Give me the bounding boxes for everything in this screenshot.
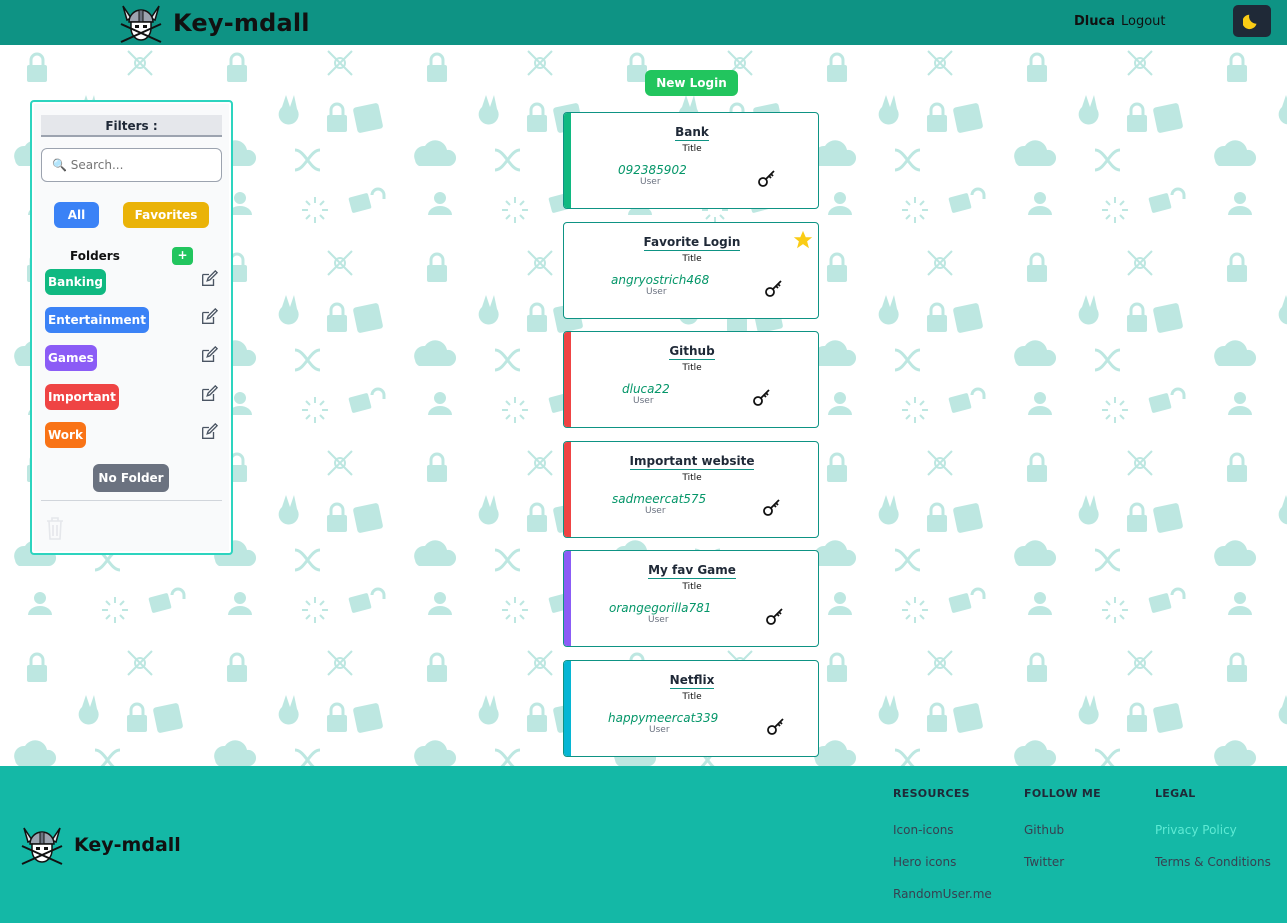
filter-all-button[interactable]: All	[54, 202, 99, 228]
filter-favorites-button[interactable]: Favorites	[123, 202, 209, 228]
resources-heading: RESOURCES	[893, 787, 970, 800]
footer: Key-mdall RESOURCES Icon-icons Hero icon…	[0, 766, 1287, 923]
user-caption: User	[648, 615, 669, 625]
viking-logo-icon	[21, 827, 63, 865]
add-folder-button[interactable]: +	[172, 247, 193, 265]
title-caption: Title	[682, 144, 702, 154]
footer-link-github[interactable]: Github	[1024, 823, 1064, 837]
user-caption: User	[646, 287, 667, 297]
edit-icon[interactable]	[200, 423, 218, 441]
footer-link-terms[interactable]: Terms & Conditions	[1155, 855, 1271, 869]
brand-name: Key-mdall	[173, 8, 310, 37]
theme-toggle-button[interactable]	[1233, 5, 1271, 37]
footer-link-icon-icons[interactable]: Icon-icons	[893, 823, 954, 837]
footer-link-hero-icons[interactable]: Hero icons	[893, 855, 956, 869]
login-title: Favorite Login	[643, 235, 741, 251]
folder-tag-work[interactable]: Work	[45, 422, 86, 448]
key-icon[interactable]	[765, 606, 785, 626]
footer-link-privacy-policy[interactable]: Privacy Policy	[1155, 823, 1237, 837]
key-icon[interactable]	[764, 278, 784, 298]
folders-heading: Folders	[70, 249, 120, 263]
user-caption: User	[645, 506, 666, 516]
login-username: angryostrich468	[611, 273, 710, 287]
brand[interactable]: Key-mdall	[117, 0, 310, 45]
login-username: orangegorilla781	[609, 601, 712, 615]
trash-icon[interactable]	[45, 515, 65, 541]
footer-brand-name: Key-mdall	[74, 833, 181, 856]
footer-link-randomuser[interactable]: RandomUser.me	[893, 887, 992, 901]
title-caption: Title	[682, 363, 702, 373]
login-card-important-website[interactable]: Important website Title sadmeercat575 Us…	[563, 441, 819, 538]
user-caption: User	[649, 725, 670, 735]
title-caption: Title	[682, 473, 702, 483]
login-title: Netflix	[669, 673, 715, 689]
login-username: 092385902	[618, 163, 687, 177]
login-title: Github	[669, 344, 715, 360]
user-caption: User	[633, 396, 654, 406]
no-folder-button[interactable]: No Folder	[93, 464, 169, 492]
new-login-button[interactable]: New Login	[645, 70, 738, 96]
follow-heading: FOLLOW ME	[1024, 787, 1101, 800]
top-navbar: Key-mdall Dluca Logout	[0, 0, 1287, 45]
folder-tag-banking[interactable]: Banking	[45, 269, 107, 295]
moon-icon	[1243, 14, 1257, 30]
key-icon[interactable]	[766, 716, 786, 736]
user-caption: User	[640, 177, 661, 187]
edit-icon[interactable]	[200, 308, 218, 326]
login-card-bank[interactable]: Bank Title 092385902 User	[563, 112, 819, 209]
favorite-star-icon[interactable]	[792, 229, 814, 251]
title-caption: Title	[682, 254, 702, 264]
login-title: My fav Game	[648, 563, 736, 579]
login-card-github[interactable]: Github Title dluca22 User	[563, 331, 819, 428]
folder-tag-games[interactable]: Games	[45, 345, 97, 371]
login-card-netflix[interactable]: Netflix Title happymeercat339 User	[563, 660, 819, 757]
filters-title: Filters :	[41, 115, 222, 137]
login-username: happymeercat339	[608, 711, 719, 725]
login-username: dluca22	[622, 382, 670, 396]
edit-icon[interactable]	[200, 385, 218, 403]
user-profile-link[interactable]: Dluca	[1074, 14, 1115, 29]
title-caption: Title	[682, 582, 702, 592]
login-username: sadmeercat575	[612, 492, 707, 506]
divider	[41, 500, 222, 501]
login-card-my-fav-game[interactable]: My fav Game Title orangegorilla781 User	[563, 550, 819, 647]
key-icon[interactable]	[762, 497, 782, 517]
title-caption: Title	[682, 692, 702, 702]
login-title: Bank	[675, 125, 709, 141]
legal-heading: LEGAL	[1155, 787, 1196, 800]
viking-logo-icon	[120, 5, 162, 43]
footer-link-twitter[interactable]: Twitter	[1024, 855, 1064, 869]
key-icon[interactable]	[752, 387, 772, 407]
logout-link[interactable]: Logout	[1121, 14, 1166, 29]
key-icon[interactable]	[757, 168, 777, 188]
footer-brand[interactable]: Key-mdall	[18, 822, 181, 867]
edit-icon[interactable]	[200, 270, 218, 288]
edit-icon[interactable]	[200, 346, 218, 364]
search-input[interactable]	[41, 148, 222, 182]
login-card-favorite-login[interactable]: Favorite Login Title angryostrich468 Use…	[563, 222, 819, 319]
folder-tag-entertainment[interactable]: Entertainment	[45, 307, 149, 333]
filters-sidebar: Filters : All Favorites Folders + Bankin…	[30, 100, 233, 555]
login-title: Important website	[629, 454, 755, 470]
folder-tag-important[interactable]: Important	[45, 384, 119, 410]
